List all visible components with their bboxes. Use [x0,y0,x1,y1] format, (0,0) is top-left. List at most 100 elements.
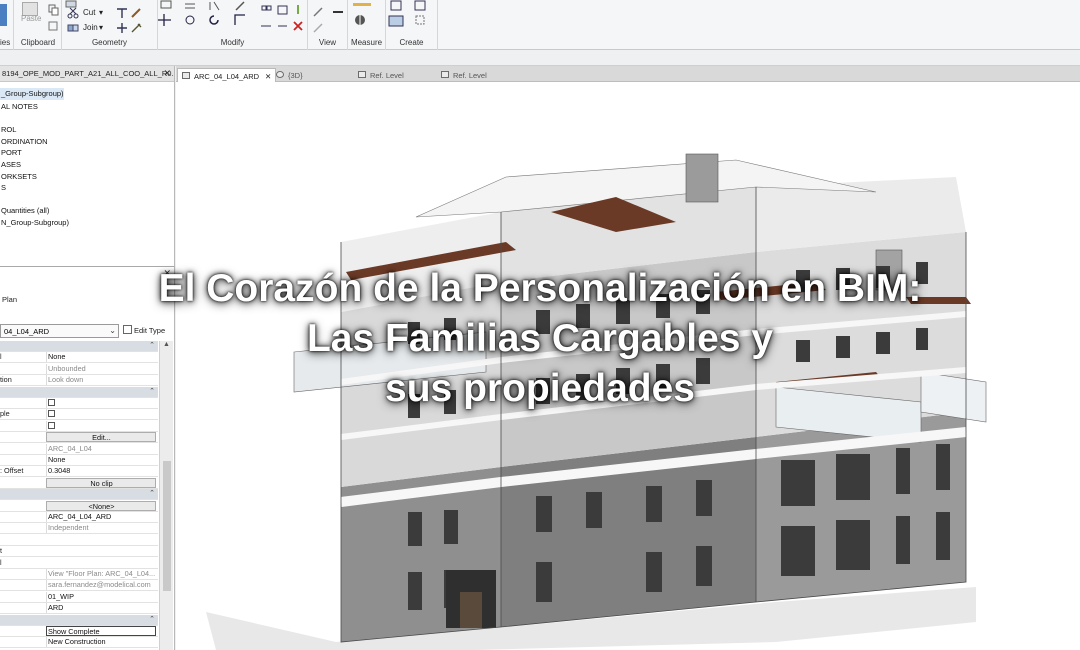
join-label: Join [83,23,98,32]
close-icon[interactable]: ✕ [265,72,271,81]
project-browser-title: 8194_OPE_MOD_PART_A21_ALL_COO_ALL_R0... … [0,66,174,82]
trim-icon[interactable] [234,14,247,26]
scale-icon[interactable] [260,20,273,32]
property-group-header[interactable]: ⌃ [0,489,158,501]
browser-tree-item[interactable]: ASES [0,159,174,171]
view-pencil-icon[interactable] [312,6,325,18]
ribbon-group-measure: Measure [348,0,386,50]
thin-lines-icon[interactable] [332,6,345,18]
offset-icon[interactable] [184,0,197,12]
properties-icon[interactable] [0,4,7,26]
cut-icon[interactable] [67,7,80,19]
property-row[interactable]: ARC_04_L04_ARD [0,512,158,523]
property-row[interactable]: sara.fernandez@modelical.com [0,580,158,592]
property-value[interactable]: 0.3048 [46,466,156,477]
property-value[interactable]: Edit... [46,432,156,443]
property-value[interactable]: ARC_04_L04_ARD [46,512,156,522]
browser-tree-item[interactable]: N_Group-Subgroup) [0,217,174,229]
group-label-geometry: Geometry [91,38,128,47]
rotate-icon[interactable] [208,14,221,26]
unpin-icon[interactable] [276,20,289,32]
create-parts-icon[interactable] [414,0,427,12]
browser-tree-item[interactable] [0,113,174,125]
property-value[interactable]: ARD [46,603,156,614]
cut-dropdown-icon[interactable]: ▾ [99,8,103,17]
tab-arc-04-l04-ard[interactable]: ARC_04_L04_ARD ✕ [177,68,277,82]
copy-element-icon[interactable] [184,14,197,26]
demolish-icon[interactable] [130,22,143,34]
measure-icon[interactable] [352,0,372,12]
property-row[interactable]: <None> [0,500,158,512]
join-icon[interactable] [67,22,80,34]
create-assembly-icon[interactable] [390,0,403,12]
checkbox[interactable] [48,410,55,418]
delete-icon[interactable] [292,20,305,32]
property-group-header[interactable]: ⌃ [0,614,158,626]
tab-ref-level-2[interactable]: Ref. Level [437,68,491,82]
property-row[interactable]: Show Complete [0,626,158,637]
property-row[interactable]: ARD [0,603,158,615]
wall-joins-icon[interactable] [116,22,129,34]
property-value[interactable]: No clip [46,477,156,488]
browser-tree-item[interactable]: PORT [0,147,174,159]
match-icon[interactable] [47,20,60,32]
tab-ref-level-1[interactable]: Ref. Level [354,68,408,82]
split-face-icon[interactable] [116,7,129,19]
property-name: t [0,546,3,556]
array-icon[interactable] [276,4,289,16]
property-row[interactable]: No clip [0,477,158,489]
split-icon[interactable] [260,4,273,16]
join-dropdown-icon[interactable]: ▾ [99,23,103,32]
floor-plan-icon [182,72,190,79]
tab-3d[interactable]: {3D} [272,68,307,82]
browser-tree-item[interactable]: AL NOTES [0,101,174,113]
create-group-icon[interactable] [388,14,406,28]
tab-label: Ref. Level [453,71,487,80]
dimension-icon[interactable] [354,14,367,26]
property-row[interactable] [0,420,158,432]
property-row[interactable]: View "Floor Plan: ARC_04_L04... [0,569,158,580]
hide-icon[interactable] [312,22,325,34]
scrollbar-thumb[interactable] [163,461,171,591]
property-value[interactable]: 01_WIP [46,591,156,602]
paint-icon[interactable] [130,7,143,19]
ribbon-group-create: Create [386,0,438,50]
mirror-draw-icon[interactable] [234,0,247,12]
options-bar [0,50,1080,66]
mirror-axis-icon[interactable] [208,0,221,12]
property-value[interactable]: None [46,455,156,465]
browser-tree-item[interactable]: S [0,182,174,194]
property-value[interactable]: Show Complete [46,626,156,636]
property-value[interactable]: <None> [46,500,156,511]
property-checkbox[interactable] [46,420,156,431]
property-row[interactable]: ARC_04_L04 [0,443,158,455]
property-row[interactable]: 01_WIP [0,591,158,603]
browser-tree-item[interactable]: Quantities (all) [0,205,174,217]
collapse-icon[interactable]: ⌃ [149,615,155,625]
project-browser: 8194_OPE_MOD_PART_A21_ALL_COO_ALL_R0... … [0,66,175,266]
browser-tree-item[interactable]: ORDINATION [0,136,174,148]
property-row[interactable]: None [0,455,158,466]
browser-tree-item[interactable]: ROL [0,124,174,136]
property-row[interactable]: l [0,558,158,569]
property-row[interactable]: : Offset 0.3048 [0,466,158,478]
property-row[interactable]: Independent [0,523,158,535]
collapse-icon[interactable]: ⌃ [149,489,155,499]
create-similar-icon[interactable] [414,14,427,26]
property-row[interactable] [0,535,158,546]
checkbox[interactable] [48,421,55,429]
move-icon[interactable] [158,14,171,26]
browser-tree-item[interactable] [0,194,174,206]
tab-label: ARC_04_L04_ARD [194,72,260,81]
align-icon[interactable] [160,0,173,12]
property-row[interactable]: New Construction [0,637,158,649]
property-row[interactable]: t [0,546,158,558]
browser-tree-item[interactable]: ORKSETS [0,171,174,183]
property-row[interactable]: Edit... [0,432,158,444]
close-icon[interactable]: ✕ [163,68,171,79]
property-value[interactable]: New Construction [46,637,156,648]
copy-icon[interactable] [47,4,60,16]
browser-tree-item[interactable]: _Group-Subgroup) [0,88,64,100]
pin-icon[interactable] [292,4,305,16]
checkbox[interactable] [48,399,55,406]
